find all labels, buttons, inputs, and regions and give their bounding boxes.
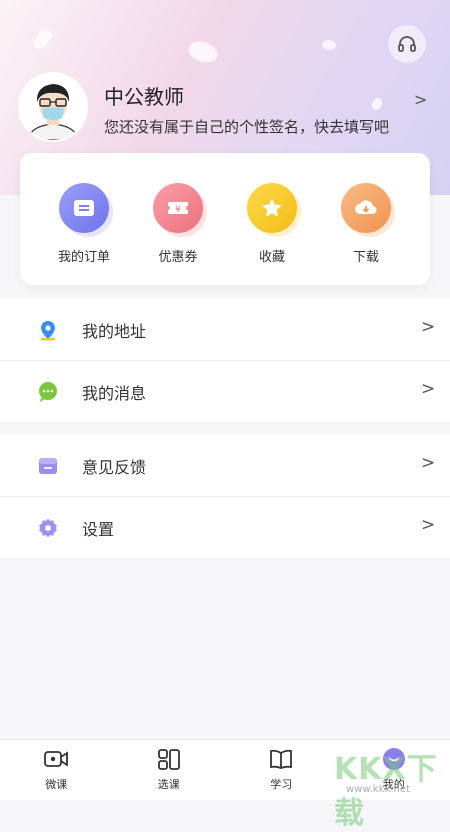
- menu-item-settings[interactable]: 设置 >: [0, 496, 450, 558]
- coupon-icon: ¥: [153, 183, 203, 233]
- menu-item-label: 我的地址: [82, 318, 146, 342]
- feedback-icon: [37, 455, 59, 477]
- avatar-image: [20, 74, 86, 140]
- quick-action-label: 优惠券: [138, 246, 218, 265]
- profile-arrow-icon[interactable]: >: [414, 90, 427, 109]
- star-icon: [247, 183, 297, 233]
- quick-action-label: 收藏: [232, 246, 312, 265]
- tab-label: 微课: [45, 776, 67, 792]
- customer-service-button[interactable]: [388, 25, 426, 63]
- petal-decoration: [185, 36, 221, 68]
- menu-item-label: 意见反馈: [82, 454, 146, 478]
- headset-icon: [397, 34, 417, 54]
- chevron-right-icon: >: [421, 515, 435, 535]
- menu-group-general: 意见反馈 > 设置 >: [0, 435, 450, 558]
- petal-decoration: [372, 98, 382, 110]
- video-icon: [43, 747, 69, 771]
- petal-decoration: [30, 27, 56, 52]
- tab-study[interactable]: 学习: [225, 740, 338, 800]
- user-signature[interactable]: 您还没有属于自己的个性签名，快去填写吧: [104, 116, 389, 137]
- course-icon: [156, 747, 182, 771]
- download-icon: [341, 183, 391, 233]
- menu-item-label: 我的消息: [82, 380, 146, 404]
- quick-action-coupons[interactable]: ¥ 优惠券: [138, 183, 218, 265]
- user-name[interactable]: 中公教师: [104, 81, 184, 110]
- quick-action-downloads[interactable]: 下载: [326, 183, 406, 265]
- book-icon: [268, 747, 294, 771]
- location-icon: [37, 319, 59, 341]
- menu-item-label: 设置: [82, 516, 114, 540]
- petal-decoration: [321, 38, 338, 52]
- quick-action-label: 我的订单: [44, 246, 124, 265]
- tab-label: 选课: [158, 776, 180, 792]
- chevron-right-icon: >: [421, 379, 435, 399]
- svg-text:¥: ¥: [175, 205, 181, 215]
- menu-item-messages[interactable]: 我的消息 >: [0, 360, 450, 422]
- quick-action-orders[interactable]: 我的订单: [44, 183, 124, 265]
- tab-label: 学习: [270, 776, 292, 792]
- avatar[interactable]: [20, 74, 86, 140]
- chevron-right-icon: >: [421, 317, 435, 337]
- tab-course-select[interactable]: 选课: [113, 740, 226, 800]
- menu-item-address[interactable]: 我的地址 >: [0, 299, 450, 360]
- chevron-right-icon: >: [421, 453, 435, 473]
- quick-action-label: 下载: [326, 246, 406, 265]
- settings-icon: [37, 517, 59, 539]
- message-icon: [37, 381, 59, 403]
- order-icon: [59, 183, 109, 233]
- menu-item-feedback[interactable]: 意见反馈 >: [0, 435, 450, 496]
- quick-action-favorites[interactable]: 收藏: [232, 183, 312, 265]
- menu-group-account: 我的地址 > 我的消息 >: [0, 299, 450, 422]
- quick-actions-card: 我的订单 ¥ 优惠券 收藏 下载: [20, 153, 430, 285]
- tab-micro-course[interactable]: 微课: [0, 740, 113, 800]
- watermark-url: www.kkx.net: [346, 784, 410, 795]
